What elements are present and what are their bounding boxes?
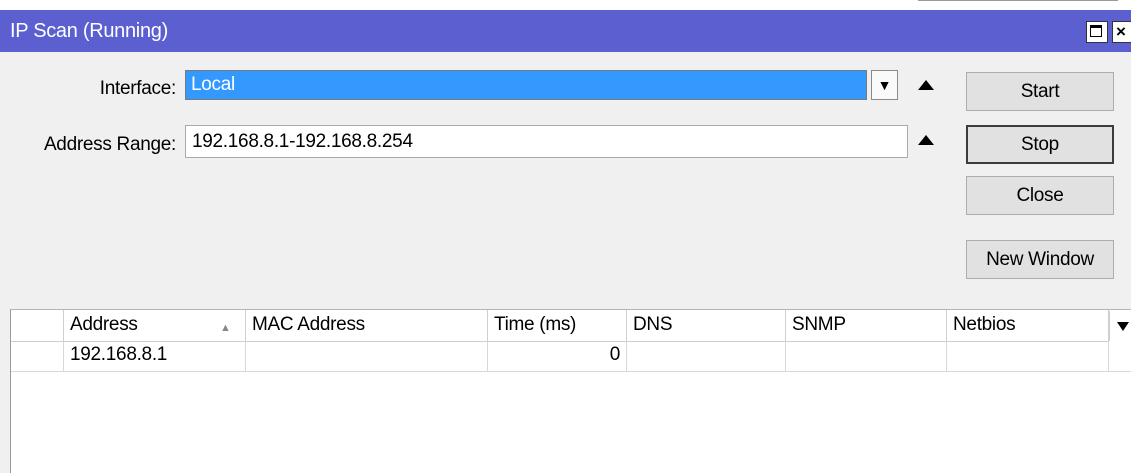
column-header-netbios[interactable]: Netbios xyxy=(947,310,1109,342)
address-range-input[interactable]: 192.168.8.1-192.168.8.254 xyxy=(185,125,908,158)
interface-label: Interface: xyxy=(99,78,177,99)
window-titlebar[interactable]: IP Scan (Running) × xyxy=(0,10,1131,52)
background-fragment xyxy=(918,0,1118,7)
cell-mac xyxy=(246,342,488,372)
sort-ascending-icon: ▲ xyxy=(220,322,231,334)
cell-address: 192.168.8.1 xyxy=(64,342,246,372)
address-range-label: Address Range: xyxy=(43,134,176,155)
row-trailing-cell xyxy=(1109,342,1131,372)
interface-select[interactable]: Local xyxy=(185,70,867,100)
column-header-time[interactable]: Time (ms) xyxy=(488,310,627,342)
top-strip xyxy=(0,0,1131,10)
column-header-snmp[interactable]: SNMP xyxy=(786,310,947,342)
close-window-icon[interactable]: × xyxy=(1112,21,1131,43)
collapse-interface-icon[interactable] xyxy=(918,80,934,90)
cell-snmp xyxy=(786,342,947,372)
stop-button[interactable]: Stop xyxy=(966,125,1114,164)
start-button[interactable]: Start xyxy=(966,72,1114,111)
collapse-address-range-icon[interactable] xyxy=(918,135,934,145)
column-header-address[interactable]: Address ▲ xyxy=(64,310,246,342)
column-menu-icon[interactable] xyxy=(1109,311,1131,341)
maximize-icon[interactable] xyxy=(1086,21,1108,43)
column-header-dns[interactable]: DNS xyxy=(627,310,786,342)
dropdown-arrow-icon[interactable]: ▼︎ xyxy=(871,70,898,100)
close-button[interactable]: Close xyxy=(966,176,1114,215)
cell-time: 0 xyxy=(488,342,627,372)
cell-netbios xyxy=(947,342,1109,372)
new-window-button[interactable]: New Window xyxy=(966,240,1114,279)
column-header-address-label: Address xyxy=(70,314,138,335)
window-title: IP Scan (Running) xyxy=(10,20,168,42)
cell-dns xyxy=(627,342,786,372)
table-header-spacer xyxy=(11,310,64,342)
column-header-mac[interactable]: MAC Address xyxy=(246,310,488,342)
row-marker-cell xyxy=(11,342,64,372)
results-table[interactable]: Address ▲ MAC Address Time (ms) DNS SNMP… xyxy=(10,309,1131,473)
